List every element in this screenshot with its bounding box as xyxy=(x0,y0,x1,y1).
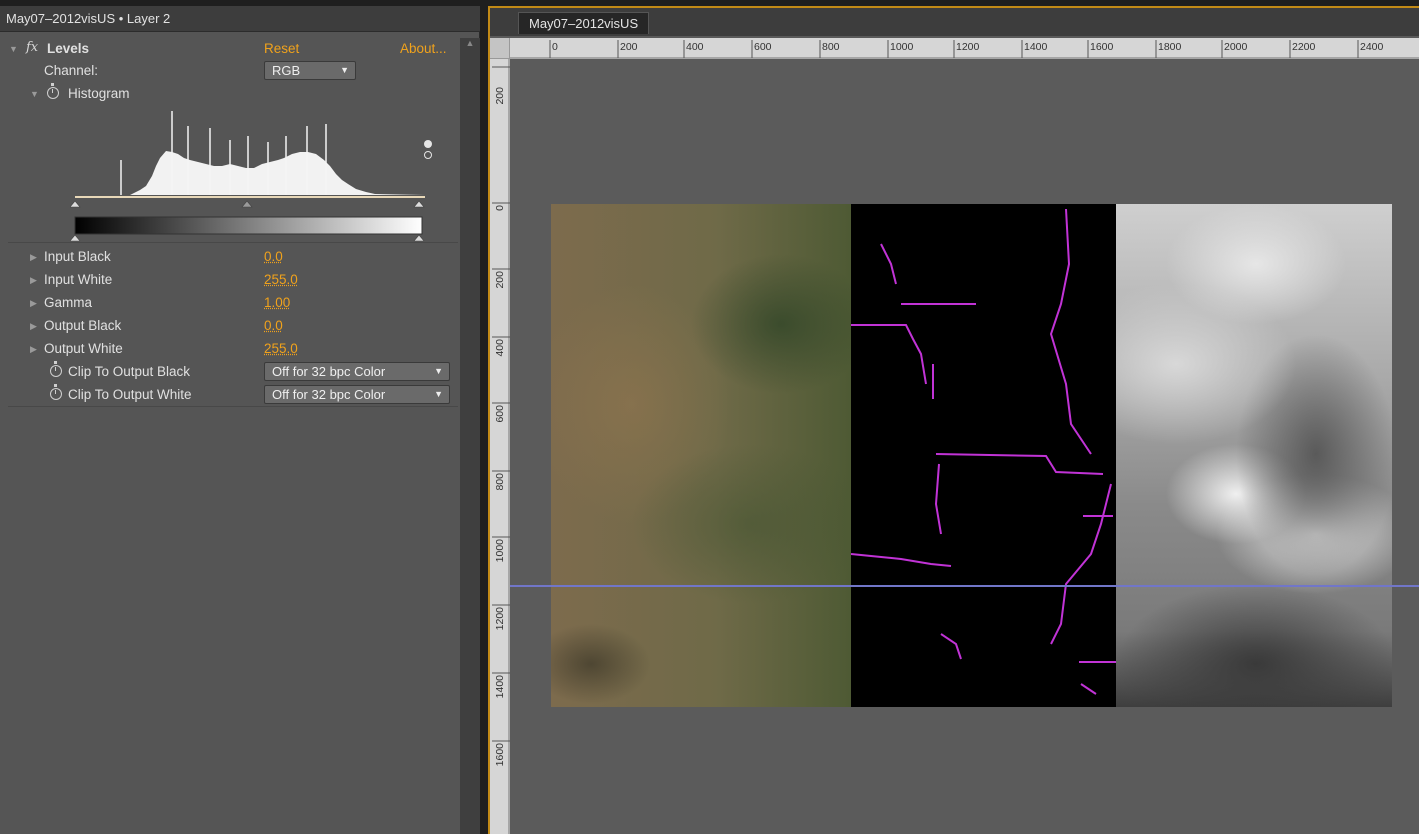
panel-title: May07–2012visUS • Layer 2 xyxy=(6,11,171,26)
triangle-icon[interactable]: ▼ xyxy=(9,44,18,54)
property-value[interactable]: 1.00 xyxy=(264,295,290,310)
property-value[interactable]: 255.0 xyxy=(264,341,298,356)
effects-scrollbar[interactable]: ▲ xyxy=(460,38,480,834)
gamma-handle[interactable] xyxy=(241,200,253,208)
property-row-gamma[interactable]: ▶ Gamma 1.00 xyxy=(0,291,460,314)
clip-output-black-dropdown[interactable]: Off for 32 bpc Color ▼ xyxy=(264,362,450,381)
output-black-handle[interactable] xyxy=(70,234,81,241)
input-black-handle[interactable] xyxy=(70,200,81,208)
composition-tab[interactable]: May07–2012visUS xyxy=(518,12,650,34)
channel-label: Channel: xyxy=(44,63,99,78)
triangle-icon[interactable]: ▶ xyxy=(30,252,37,263)
property-label: Output White xyxy=(44,341,123,356)
property-label: Input Black xyxy=(44,249,111,264)
ruler-ticks xyxy=(492,59,510,834)
stopwatch-icon[interactable] xyxy=(50,361,62,377)
channel-value: RGB xyxy=(272,63,301,78)
layer-image[interactable] xyxy=(551,204,1392,707)
boundary-lines xyxy=(850,208,1116,695)
triangle-icon[interactable]: ▶ xyxy=(30,321,37,332)
stopwatch-icon[interactable] xyxy=(47,83,59,99)
output-white-handle[interactable] xyxy=(413,234,425,241)
effect-name: Levels xyxy=(47,41,90,56)
chevron-down-icon: ▼ xyxy=(434,389,443,399)
property-row-output-white[interactable]: ▶ Output White 255.0 xyxy=(0,337,460,360)
property-label: Input White xyxy=(44,272,113,287)
triangle-icon[interactable]: ▶ xyxy=(30,275,37,286)
property-row-input-white[interactable]: ▶ Input White 255.0 xyxy=(0,268,460,291)
histogram-graphic[interactable] xyxy=(70,106,430,241)
ruler-corner[interactable] xyxy=(490,38,510,59)
input-white-handle[interactable] xyxy=(413,200,425,208)
property-row-input-black[interactable]: ▶ Input Black 0.0 xyxy=(0,245,460,268)
clip-output-white-dropdown[interactable]: Off for 32 bpc Color ▼ xyxy=(264,385,450,404)
stopwatch-icon[interactable] xyxy=(50,384,62,400)
property-row-output-black[interactable]: ▶ Output Black 0.0 xyxy=(0,314,460,337)
channel-dropdown[interactable]: RGB ▼ xyxy=(264,61,356,80)
effect-levels-row[interactable]: ▼ fx Levels Reset About... xyxy=(0,37,460,60)
histogram-row[interactable]: ▼ Histogram xyxy=(0,82,460,105)
composition-viewer: May07–2012visUS 0 200 400 600 800 1000 1… xyxy=(488,6,1419,834)
divider xyxy=(8,242,458,243)
chevron-down-icon: ▼ xyxy=(434,366,443,376)
divider xyxy=(8,406,458,407)
histogram-channel-toggle[interactable] xyxy=(424,140,434,162)
property-label: Clip To Output Black xyxy=(68,364,191,379)
property-value[interactable]: 255.0 xyxy=(264,272,298,287)
triangle-icon[interactable]: ▶ xyxy=(30,344,37,355)
reset-link[interactable]: Reset xyxy=(264,41,299,56)
property-value[interactable]: 0.0 xyxy=(264,249,283,264)
vertical-ruler[interactable]: 200 0 200 400 600 800 1000 1200 1400 160… xyxy=(490,59,510,834)
property-value[interactable]: 0.0 xyxy=(264,318,283,333)
property-label: Output Black xyxy=(44,318,122,333)
state-boundaries-image xyxy=(850,204,1116,707)
chevron-down-icon: ▼ xyxy=(340,65,349,75)
composition-canvas[interactable] xyxy=(510,59,1419,834)
about-link[interactable]: About... xyxy=(400,41,447,56)
triangle-icon[interactable]: ▶ xyxy=(30,298,37,309)
histogram-label: Histogram xyxy=(68,86,130,101)
horizontal-ruler[interactable]: 0 200 400 600 800 1000 1200 1400 1600 18… xyxy=(510,38,1419,59)
dropdown-value: Off for 32 bpc Color xyxy=(272,364,386,379)
histogram[interactable] xyxy=(70,106,430,241)
dropdown-value: Off for 32 bpc Color xyxy=(272,387,386,402)
fx-icon[interactable]: fx xyxy=(26,40,38,55)
property-label: Gamma xyxy=(44,295,93,310)
clip-output-white-row: Clip To Output White Off for 32 bpc Colo… xyxy=(0,383,460,406)
property-label: Clip To Output White xyxy=(68,387,192,402)
filled-dot-icon[interactable] xyxy=(424,140,432,148)
channel-row: Channel: RGB ▼ xyxy=(0,59,460,82)
clip-output-black-row: Clip To Output Black Off for 32 bpc Colo… xyxy=(0,360,460,383)
triangle-icon[interactable]: ▼ xyxy=(30,89,39,99)
cloud-satellite-image xyxy=(1116,204,1392,707)
effect-controls-panel: May07–2012visUS • Layer 2 ▼ fx Levels Re… xyxy=(0,6,480,834)
output-gradient xyxy=(74,216,423,235)
scroll-up-icon[interactable]: ▲ xyxy=(464,38,476,50)
truecolor-satellite-image xyxy=(551,204,851,707)
hollow-dot-icon[interactable] xyxy=(424,151,432,159)
horizontal-guide[interactable] xyxy=(510,585,1419,587)
composition-tab-bar: May07–2012visUS xyxy=(490,8,1419,36)
histogram-fill xyxy=(75,151,425,195)
effect-controls-header: May07–2012visUS • Layer 2 xyxy=(0,6,480,32)
ruler-ticks xyxy=(510,40,1419,59)
